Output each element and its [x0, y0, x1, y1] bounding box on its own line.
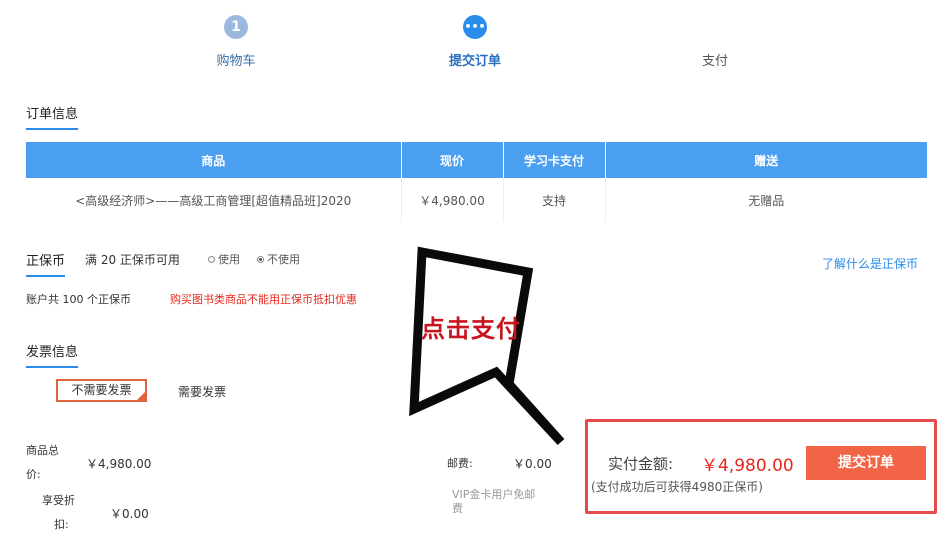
price-cell: ￥4,980.00	[401, 178, 504, 222]
amount-value: ￥4,980.00	[701, 456, 794, 476]
step-2-icon: •••	[463, 15, 487, 39]
coins-available-text: 满 20 正保币可用	[85, 253, 180, 267]
need-invoice-button[interactable]: 需要发票	[178, 383, 226, 400]
coins-use-option[interactable]: 使用	[208, 251, 240, 267]
radio-use[interactable]	[208, 256, 215, 263]
discount-value: ￥0.00	[110, 507, 149, 521]
what-is-coin-link[interactable]: 了解什么是正保币	[822, 255, 918, 272]
order-info-title: 订单信息	[26, 103, 79, 130]
coins-not-use-option[interactable]: 不使用	[257, 251, 300, 267]
order-table: 商品 现价 学习卡支付 赠送 <高级经济师>——高级工商管理[超值精品班]202…	[26, 142, 927, 222]
step-cart-label[interactable]: 购物车	[176, 50, 296, 69]
table-row: <高级经济师>——高级工商管理[超值精品班]2020 ￥4,980.00 支持 …	[26, 178, 927, 222]
vip-note-line1: VIP金卡用户免邮	[452, 488, 536, 501]
discount-label-line1: 享受折	[42, 494, 75, 507]
step-1-icon: 1	[224, 15, 248, 39]
coins-title: 正保币	[26, 250, 66, 277]
vip-note-line2: 费	[452, 502, 463, 515]
callout-text: 点击支付	[421, 314, 521, 343]
invoice-title: 发票信息	[26, 341, 79, 368]
goods-total-value: ￥4,980.00	[86, 457, 152, 471]
column-header-card: 学习卡支付	[503, 142, 606, 178]
postage-value: ￥0.00	[513, 457, 552, 471]
step-pay-label: 支付	[701, 54, 728, 69]
product-cell[interactable]: <高级经济师>——高级工商管理[超值精品班]2020	[26, 178, 402, 222]
speech-bubble-icon	[409, 246, 565, 446]
reward-note: (支付成功后可获得4980正保币)	[591, 480, 763, 494]
column-header-product: 商品	[26, 142, 402, 178]
column-header-price: 现价	[401, 142, 504, 178]
no-invoice-label: 不需要发票	[71, 383, 132, 397]
step-submit-label: 提交订单	[448, 54, 501, 69]
card-cell: 支持	[503, 178, 606, 222]
coins-account-text: 账户共 100 个正保币	[26, 293, 131, 306]
table-header-row: 商品 现价 学习卡支付 赠送	[26, 142, 927, 178]
submit-order-button[interactable]: 提交订单	[806, 446, 926, 480]
postage-label: 邮费:	[447, 457, 473, 470]
coins-warning-text: 购买图书类商品不能用正保币抵扣优惠	[170, 293, 357, 306]
goods-total-label-line2: 价:	[26, 468, 41, 481]
gift-cell: 无赠品	[748, 193, 785, 208]
goods-total-label-line1: 商品总	[26, 444, 59, 457]
no-invoice-button[interactable]: 不需要发票	[56, 379, 147, 402]
radio-not-use[interactable]	[257, 256, 264, 263]
discount-label-line2: 扣:	[54, 518, 69, 531]
coins-not-use-label: 不使用	[267, 253, 300, 266]
coins-use-label: 使用	[218, 253, 240, 266]
selected-corner-icon	[137, 392, 145, 400]
amount-label: 实付金额:	[608, 455, 674, 473]
column-header-gift: 赠送	[605, 142, 927, 178]
